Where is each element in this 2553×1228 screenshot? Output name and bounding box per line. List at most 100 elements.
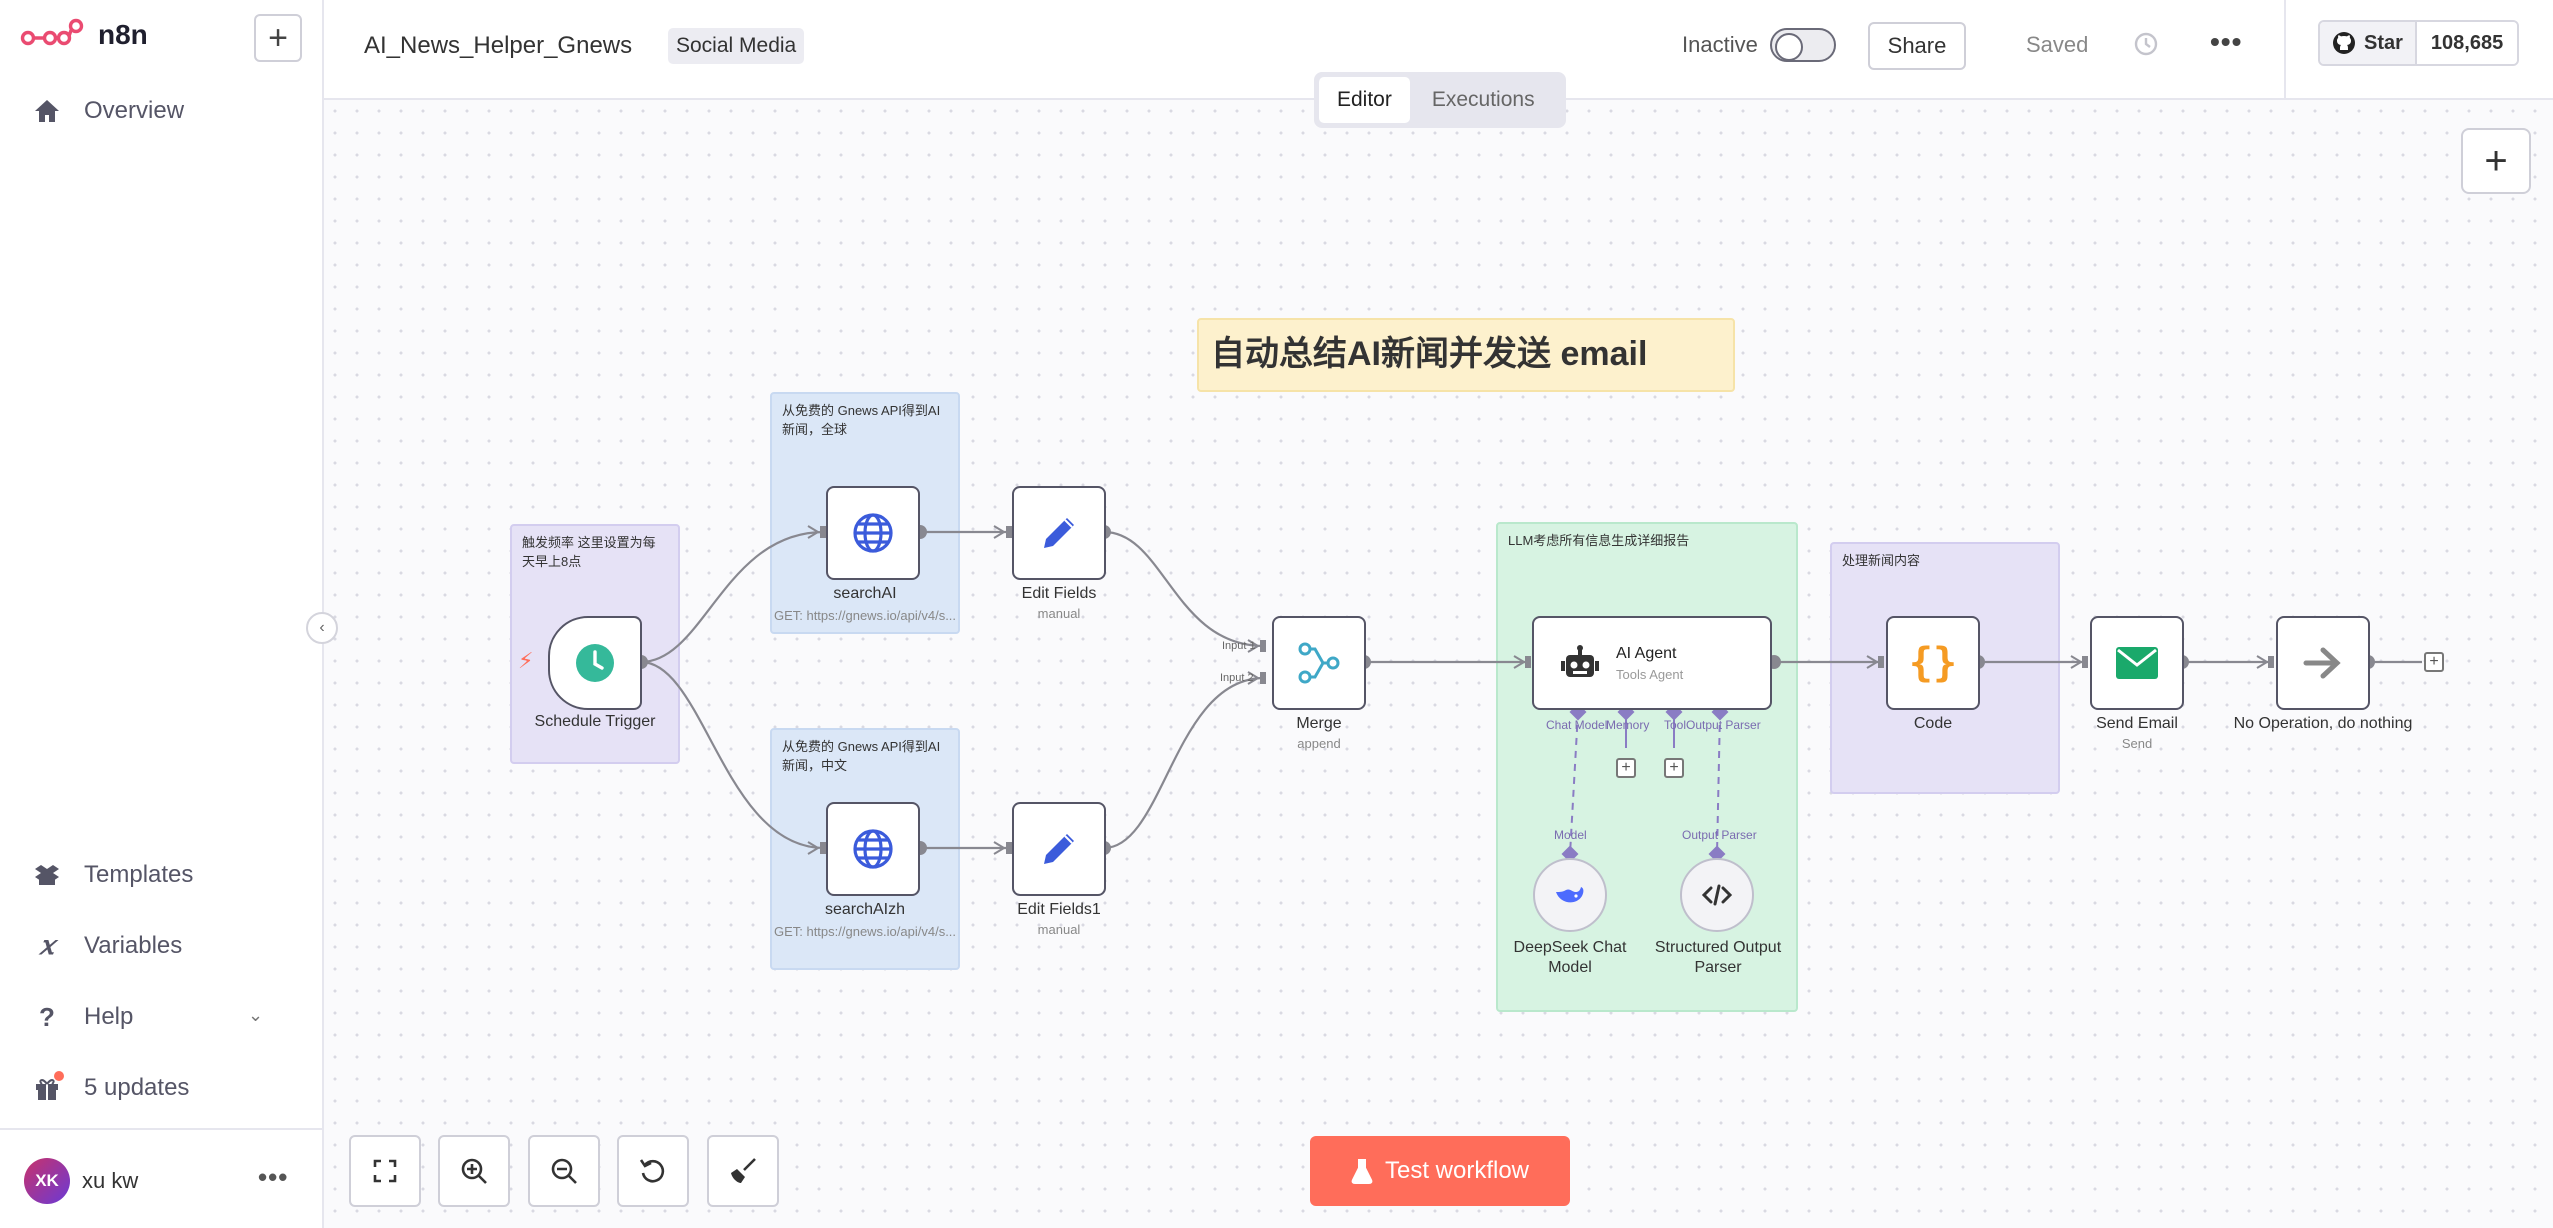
variable-icon: 𝑥 [39,931,55,961]
box-icon [32,860,62,890]
workflow-tag[interactable]: Social Media [668,28,805,64]
sidebar-item-label: Variables [84,932,183,959]
tidy-up-button[interactable] [707,1135,779,1207]
create-new-button[interactable]: + [254,14,302,62]
tab-executions[interactable]: Executions [1414,77,1553,123]
test-workflow-label: Test workflow [1384,1157,1530,1184]
node-subtitle: append [1297,736,1341,751]
node-schedule-trigger[interactable] [548,616,642,710]
node-no-operation[interactable] [2276,616,2370,710]
question-icon: ? [39,1001,55,1032]
port-label-output-parser-sub: Output Parser [1682,828,1757,842]
port-label-tool: Tool [1664,718,1687,732]
node-subtitle: GET: https://gnews.io/api/v4/s... [773,608,957,623]
node-ai-agent[interactable]: AI Agent Tools Agent [1532,616,1772,710]
sidebar-item-label: Templates [84,861,194,888]
node-label: Edit Fields [1021,585,1097,602]
github-star-text: Star [2364,31,2403,54]
node-deepseek-chat-model[interactable] [1533,858,1607,932]
globe-icon [853,829,893,869]
brand-logo[interactable]: n8n [20,18,148,52]
bolt-icon: ⚡ [518,648,534,673]
reset-zoom-button[interactable] [617,1135,689,1207]
github-star-button[interactable]: Star 108,685 [2318,20,2520,66]
active-status-label: Inactive [1682,32,1758,57]
add-memory-button[interactable]: + [1616,758,1636,778]
node-subtitle: manual [1037,606,1081,621]
sidebar-item-label: Overview [84,97,185,124]
tab-editor[interactable]: Editor [1319,77,1410,123]
history-icon[interactable] [2132,30,2162,60]
pencil-icon [1044,834,1074,864]
pencil-icon [1044,518,1074,548]
node-label: Send Email [2096,715,2178,732]
node-subtitle: GET: https://gnews.io/api/v4/s... [773,924,957,939]
github-star-label: Star [2320,22,2417,64]
port-label-memory: Memory [1606,718,1650,732]
envelope-icon [2116,647,2158,679]
node-send-email[interactable] [2090,616,2184,710]
share-button[interactable]: Share [1868,22,1966,70]
node-label: Schedule Trigger [534,713,656,730]
zoom-in-button[interactable] [438,1135,510,1207]
node-label: Merge [1296,715,1342,732]
merge-icon [1298,642,1340,684]
node-label: No Operation, do nothing [2233,715,2413,732]
sidebar: n8n + Overview Templates 𝑥 Variables ? H… [0,0,324,1228]
globe-icon [853,513,893,553]
merge-input2-label: Input 2 [1220,672,1254,684]
node-merge[interactable] [1272,616,1366,710]
sidebar-item-updates[interactable]: 5 updates [32,1071,190,1103]
node-edit-fields[interactable] [1012,486,1106,580]
node-label: DeepSeek Chat Model [1513,939,1627,976]
zoom-to-fit-button[interactable] [349,1135,421,1207]
workflow-name[interactable]: AI_News_Helper_Gnews [364,32,632,60]
port-label-chat-model: Chat Model [1546,718,1608,732]
notification-dot [54,1071,64,1081]
node-searchai[interactable] [826,486,920,580]
node-label: searchAIzh [824,901,906,918]
sidebar-item-variables[interactable]: 𝑥 Variables [32,931,183,961]
node-code[interactable]: {} [1886,616,1980,710]
broom-icon [731,1158,756,1183]
connection-edit1-merge [1103,676,1265,850]
user-menu-icon[interactable]: ••• [258,1162,288,1193]
zoom-out-icon [551,1158,577,1184]
collapse-sidebar-button[interactable]: ‹ [306,612,338,644]
n8n-logo-icon [20,18,84,46]
add-tool-button[interactable]: + [1664,758,1684,778]
sidebar-item-overview[interactable]: Overview [32,96,184,126]
workflow-canvas[interactable]: + 自动总结AI新闻并发送 email 触发频率 这里设置为每天早上8点 从免费… [324,100,2553,1228]
ai-agent-title: AI Agent [1616,644,1677,662]
add-next-node-button[interactable]: + [2424,652,2444,672]
deepseek-whale-icon [1556,887,1584,903]
node-edit-fields1[interactable] [1012,802,1106,896]
node-subtitle: manual [1037,922,1081,937]
sidebar-item-label: 5 updates [84,1074,190,1101]
robot-icon [1561,645,1599,677]
arrow-right-icon [2303,647,2341,679]
zoom-in-icon [461,1158,487,1184]
test-workflow-button[interactable]: Test workflow [1310,1136,1570,1206]
view-tabs: Editor Executions [1314,72,1566,128]
avatar[interactable]: XK [24,1158,70,1204]
fullscreen-icon [373,1159,397,1183]
braces-icon: {} [1908,640,1958,686]
sidebar-divider [0,1128,324,1130]
ai-agent-text: AI Agent Tools Agent [1616,645,1683,682]
brand-name: n8n [98,19,148,50]
user-name: xu kw [82,1168,139,1193]
chevron-down-icon[interactable]: ⌄ [248,1005,263,1026]
sidebar-item-help[interactable]: ? Help [32,1002,133,1032]
active-toggle[interactable] [1770,28,1836,62]
zoom-out-button[interactable] [528,1135,600,1207]
undo-icon [639,1159,665,1183]
saved-status: Saved [2026,32,2089,57]
node-structured-output-parser[interactable] [1680,858,1754,932]
more-options-icon[interactable]: ••• [2210,26,2242,58]
node-searchaizh[interactable] [826,802,920,896]
node-label: Edit Fields1 [1017,901,1101,918]
sidebar-item-templates[interactable]: Templates [32,860,193,890]
home-icon [32,96,62,126]
clock-icon [576,644,614,682]
